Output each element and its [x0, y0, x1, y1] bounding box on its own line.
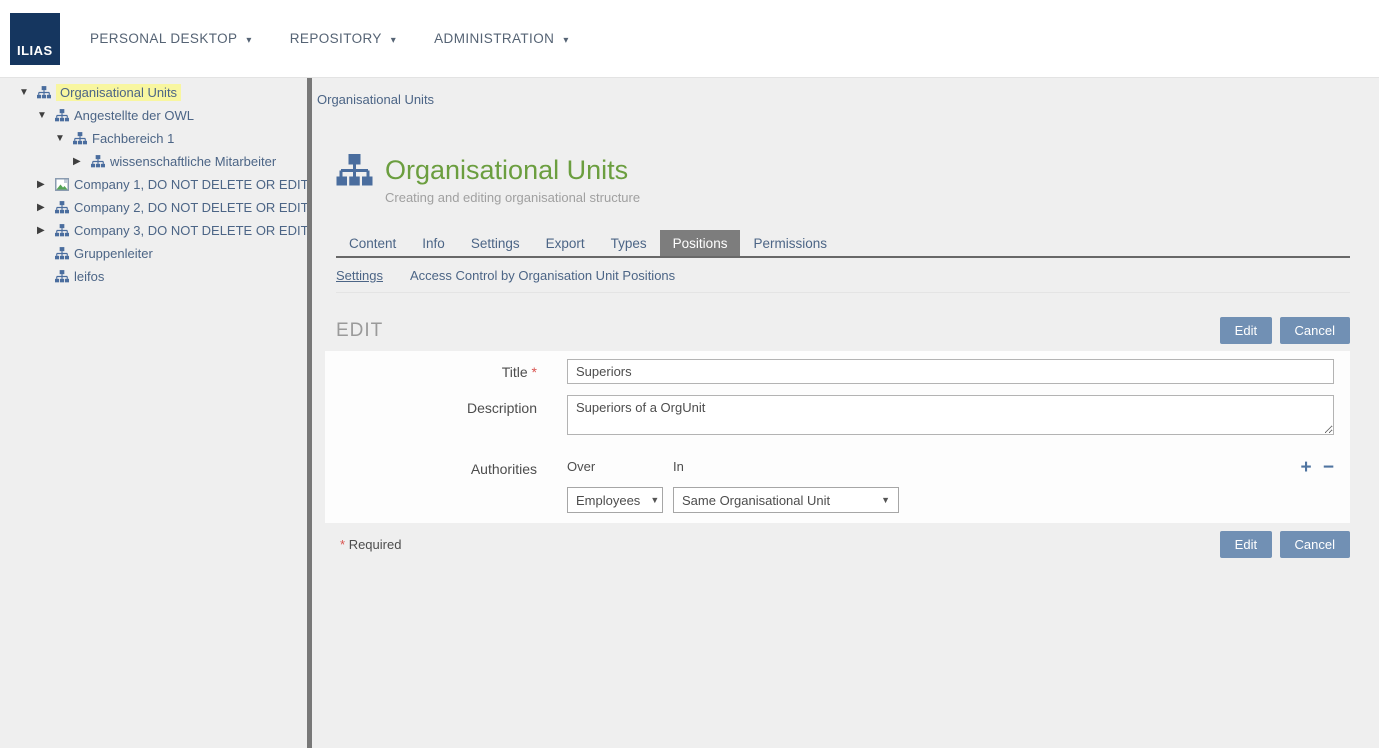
tree-item-fachbereich-1[interactable]: ▼ Fachbereich 1 [0, 127, 307, 150]
cancel-button[interactable]: Cancel [1280, 317, 1350, 344]
description-field-label: Description [325, 395, 567, 440]
ilias-logo[interactable]: ILIAS [10, 13, 60, 65]
description-field[interactable]: Superiors of a OrgUnit [567, 395, 1334, 435]
chevron-down-icon: ▾ [391, 35, 396, 46]
tree-item-company-1[interactable]: ▶ Company 1, DO NOT DELETE OR EDIT!!! [0, 173, 307, 196]
expander-open-icon[interactable]: ▼ [55, 133, 69, 144]
tree-item-gruppenleiter[interactable]: Gruppenleiter [0, 242, 307, 265]
expander-closed-icon[interactable]: ▶ [73, 156, 87, 167]
tab-permissions[interactable]: Permissions [740, 230, 840, 256]
repository-tree: ▼ Organisational Units ▼ Angestellte der… [0, 78, 307, 748]
edit-button[interactable]: Edit [1220, 531, 1272, 558]
page-title: Organisational Units [385, 155, 628, 186]
category-icon [55, 178, 69, 191]
breadcrumb[interactable]: Organisational Units [317, 92, 1350, 107]
page-header: Organisational Units [336, 154, 1350, 187]
form-row-title: Title * [325, 359, 1334, 384]
top-bar: ILIAS PERSONAL DESKTOP ▾ REPOSITORY ▾ AD… [0, 0, 1379, 78]
tab-types[interactable]: Types [598, 230, 660, 256]
tree-item-label[interactable]: Company 3, DO NOT DELETE OR EDIT!!! [74, 223, 307, 238]
menu-repository[interactable]: REPOSITORY ▾ [290, 31, 396, 46]
edit-button[interactable]: Edit [1220, 317, 1272, 344]
main-menu: PERSONAL DESKTOP ▾ REPOSITORY ▾ ADMINIST… [90, 31, 607, 46]
authorities-column-headers: Over In [567, 456, 1334, 474]
main-content: Organisational Units Organisational Unit… [312, 78, 1379, 748]
orgunit-icon [55, 270, 69, 283]
title-field[interactable] [567, 359, 1334, 384]
authority-in-select[interactable]: Same Organisational Unit ▼ [673, 487, 899, 513]
required-note: * Required [340, 537, 401, 552]
authorities-field-label: Authorities [325, 456, 567, 513]
tree-item-organisational-units[interactable]: ▼ Organisational Units [0, 81, 307, 104]
subtab-settings[interactable]: Settings [336, 268, 383, 283]
remove-authority-button[interactable]: − [1323, 457, 1334, 478]
orgunit-icon [91, 155, 105, 168]
authority-over-select[interactable]: Employees ▼ [567, 487, 663, 513]
orgunit-icon [55, 109, 69, 122]
subtab-access-control[interactable]: Access Control by Organisation Unit Posi… [410, 268, 675, 283]
orgunit-icon [55, 247, 69, 260]
ilias-logo-text: ILIAS [17, 43, 53, 58]
tree-item-label[interactable]: Company 1, DO NOT DELETE OR EDIT!!! [74, 177, 307, 192]
form-toolbar-top: EDIT Edit Cancel [336, 317, 1350, 344]
tree-item-company-2[interactable]: ▶ Company 2, DO NOT DELETE OR EDIT!!! [0, 196, 307, 219]
tree-item-wissenschaftliche-mitarbeiter[interactable]: ▶ wissenschaftliche Mitarbeiter [0, 150, 307, 173]
chevron-down-icon: ▾ [563, 35, 568, 46]
tree-item-angestellte-der-owl[interactable]: ▼ Angestellte der OWL [0, 104, 307, 127]
add-authority-button[interactable]: + [1301, 457, 1312, 478]
tree-item-label[interactable]: Organisational Units [56, 84, 181, 101]
tree-item-label[interactable]: leifos [74, 269, 104, 284]
tab-info[interactable]: Info [409, 230, 458, 256]
required-asterisk: * [532, 364, 537, 380]
required-asterisk: * [340, 537, 345, 552]
tree-item-label[interactable]: Fachbereich 1 [92, 131, 174, 146]
subtab-bar: Settings Access Control by Organisation … [336, 258, 1350, 293]
expander-open-icon[interactable]: ▼ [37, 110, 51, 121]
orgunit-icon [336, 154, 373, 187]
menu-administration[interactable]: ADMINISTRATION ▾ [434, 31, 569, 46]
expander-closed-icon[interactable]: ▶ [37, 225, 51, 236]
form-row-description: Description Superiors of a OrgUnit [325, 395, 1334, 440]
tab-settings[interactable]: Settings [458, 230, 533, 256]
form-toolbar-bottom: * Required Edit Cancel [336, 531, 1350, 558]
edit-form-panel: Title * Description Superiors of a OrgUn… [325, 351, 1350, 523]
select-caret-icon: ▼ [650, 495, 659, 505]
tree-item-company-3[interactable]: ▶ Company 3, DO NOT DELETE OR EDIT!!! [0, 219, 307, 242]
form-heading: EDIT [336, 320, 383, 342]
page-subtitle: Creating and editing organisational stru… [385, 190, 1350, 205]
menu-personal-desktop[interactable]: PERSONAL DESKTOP ▾ [90, 31, 252, 46]
tab-content[interactable]: Content [336, 230, 409, 256]
orgunit-icon [55, 201, 69, 214]
form-row-authorities: Authorities Over In Employees ▼ Same Org… [325, 456, 1334, 513]
tab-positions[interactable]: Positions [660, 230, 741, 256]
tab-bar: Content Info Settings Export Types Posit… [336, 230, 1350, 258]
tab-export[interactable]: Export [533, 230, 598, 256]
over-column-label: Over [567, 459, 673, 474]
tree-item-leifos[interactable]: leifos [0, 265, 307, 288]
authority-row-actions: + − [1295, 457, 1335, 479]
orgunit-icon [55, 224, 69, 237]
expander-closed-icon[interactable]: ▶ [37, 179, 51, 190]
tree-item-label[interactable]: Angestellte der OWL [74, 108, 194, 123]
chevron-down-icon: ▾ [246, 35, 251, 46]
cancel-button[interactable]: Cancel [1280, 531, 1350, 558]
expander-closed-icon[interactable]: ▶ [37, 202, 51, 213]
in-column-label: In [673, 459, 684, 474]
tree-item-label[interactable]: wissenschaftliche Mitarbeiter [110, 154, 276, 169]
orgunit-icon [73, 132, 87, 145]
select-caret-icon: ▼ [881, 495, 890, 505]
tree-item-label[interactable]: Gruppenleiter [74, 246, 153, 261]
expander-open-icon[interactable]: ▼ [19, 87, 33, 98]
title-field-label: Title * [325, 359, 567, 384]
orgunit-icon [37, 86, 51, 99]
tree-item-label[interactable]: Company 2, DO NOT DELETE OR EDIT!!! [74, 200, 307, 215]
